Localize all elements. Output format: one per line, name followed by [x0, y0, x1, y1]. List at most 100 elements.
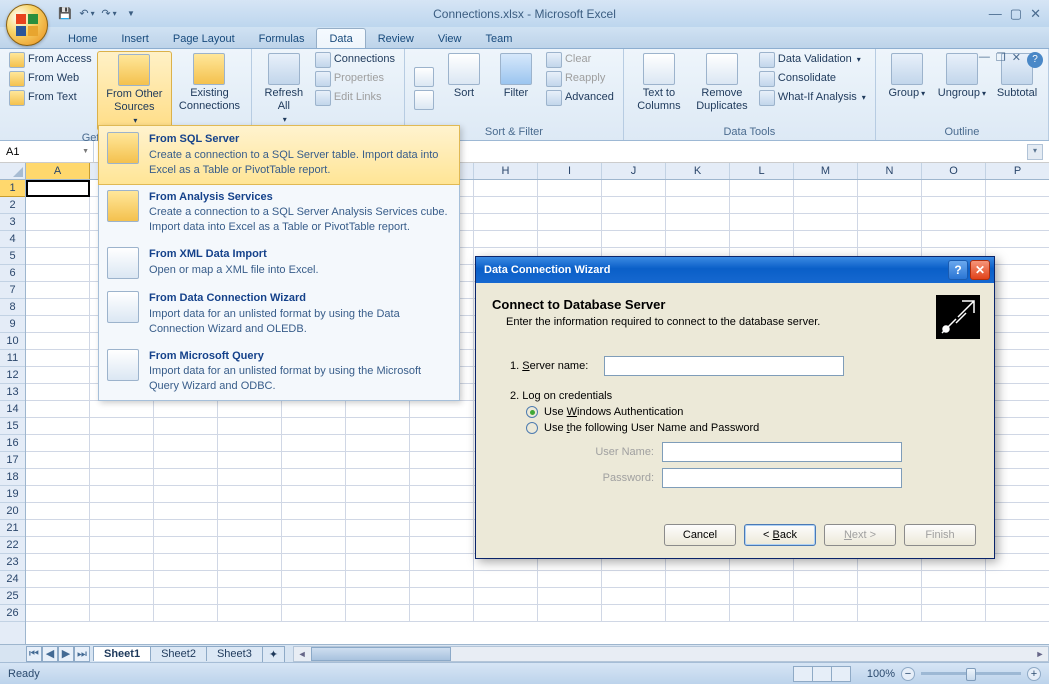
menu-from-sql-server[interactable]: From SQL ServerCreate a connection to a …: [98, 125, 460, 185]
tab-home[interactable]: Home: [56, 29, 109, 48]
minimize-button[interactable]: —: [989, 6, 1002, 22]
new-sheet-tab[interactable]: ✦: [262, 646, 285, 662]
group-icon: [891, 53, 923, 85]
refresh-all-button[interactable]: Refresh All▾: [258, 51, 310, 129]
sort-button[interactable]: Sort: [439, 51, 489, 125]
consolidate-icon: [759, 71, 775, 87]
from-other-sources-menu: From SQL ServerCreate a connection to a …: [98, 125, 460, 401]
consolidate-button[interactable]: Consolidate: [756, 70, 869, 88]
tab-team[interactable]: Team: [473, 29, 524, 48]
advanced-button[interactable]: Advanced: [543, 89, 617, 107]
sheet-tab-1[interactable]: Sheet1: [93, 646, 151, 661]
sheet-tab-3[interactable]: Sheet3: [206, 646, 263, 661]
workbook-restore-button[interactable]: ❐: [996, 51, 1006, 64]
sort-asc-button[interactable]: [411, 66, 437, 88]
workbook-minimize-button[interactable]: —: [979, 51, 990, 64]
sheet-tab-2[interactable]: Sheet2: [150, 646, 207, 661]
conn-wizard-icon: [107, 291, 139, 323]
reapply-icon: [546, 71, 562, 87]
server-name-label: 1. Server name:: [510, 360, 604, 372]
credentials-label: 2. Log on credentials: [492, 390, 978, 402]
whatif-button[interactable]: What-If Analysis▾: [756, 89, 869, 107]
zoom-out-button[interactable]: −: [901, 667, 915, 681]
links-icon: [315, 90, 331, 106]
zoom-in-button[interactable]: +: [1027, 667, 1041, 681]
radio-icon: [526, 406, 538, 418]
password-input[interactable]: [662, 468, 902, 488]
radio-windows-auth[interactable]: Use Windows Authentication: [526, 406, 978, 418]
sort-asc-icon: [414, 67, 434, 87]
save-icon[interactable]: 💾: [56, 5, 74, 23]
tab-data[interactable]: Data: [316, 28, 365, 48]
group-datatools-label: Data Tools: [630, 125, 869, 140]
username-input[interactable]: [662, 442, 902, 462]
zoom-level[interactable]: 100%: [867, 668, 895, 680]
office-button[interactable]: [6, 4, 48, 46]
group-button[interactable]: Group▾: [882, 51, 932, 125]
tab-view[interactable]: View: [426, 29, 474, 48]
from-web-button[interactable]: From Web: [6, 70, 95, 88]
tab-page-layout[interactable]: Page Layout: [161, 29, 247, 48]
connections-button[interactable]: Connections: [312, 51, 398, 69]
dialog-help-button[interactable]: ?: [948, 260, 968, 280]
next-button[interactable]: Next >: [824, 524, 896, 546]
tab-formulas[interactable]: Formulas: [247, 29, 317, 48]
web-icon: [9, 71, 25, 87]
maximize-button[interactable]: ▢: [1010, 6, 1022, 22]
sort-desc-button[interactable]: [411, 89, 437, 111]
props-icon: [315, 71, 331, 87]
validation-icon: [759, 52, 775, 68]
menu-from-ms-query[interactable]: From Microsoft QueryImport data for an u…: [99, 343, 459, 401]
tab-review[interactable]: Review: [366, 29, 426, 48]
existing-conn-icon: [193, 53, 225, 85]
workbook-close-button[interactable]: ✕: [1012, 51, 1021, 64]
sheet-nav[interactable]: ⏮◀▶⏭: [26, 646, 90, 662]
menu-from-xml[interactable]: From XML Data ImportOpen or map a XML fi…: [99, 241, 459, 285]
from-access-button[interactable]: From Access: [6, 51, 95, 69]
server-name-input[interactable]: [604, 356, 844, 376]
redo-icon[interactable]: ↷▾: [100, 5, 118, 23]
select-all-corner[interactable]: [0, 163, 26, 180]
text-icon: [9, 90, 25, 106]
filter-icon: [500, 53, 532, 85]
row-headers[interactable]: 1234567891011121314151617181920212223242…: [0, 180, 26, 644]
menu-from-analysis-services[interactable]: From Analysis ServicesCreate a connectio…: [99, 184, 459, 242]
edit-links-button[interactable]: Edit Links: [312, 89, 398, 107]
data-connection-wizard-dialog: Data Connection Wizard ? ✕ Connect to Da…: [475, 256, 995, 559]
data-validation-button[interactable]: Data Validation▾: [756, 51, 869, 69]
finish-button[interactable]: Finish: [904, 524, 976, 546]
view-buttons[interactable]: [794, 666, 851, 682]
filter-button[interactable]: Filter: [491, 51, 541, 125]
analysis-icon: [107, 190, 139, 222]
dialog-close-button[interactable]: ✕: [970, 260, 990, 280]
back-button[interactable]: < Back: [744, 524, 816, 546]
properties-button[interactable]: Properties: [312, 70, 398, 88]
reapply-button[interactable]: Reapply: [543, 70, 617, 88]
qat-customize-icon[interactable]: ▼: [122, 5, 140, 23]
xml-icon: [107, 247, 139, 279]
dup-icon: [706, 53, 738, 85]
radio-username-password[interactable]: Use the following User Name and Password: [526, 422, 978, 434]
menu-from-connection-wizard[interactable]: From Data Connection WizardImport data f…: [99, 285, 459, 343]
advanced-icon: [546, 90, 562, 106]
undo-icon[interactable]: ↶▾: [78, 5, 96, 23]
name-box[interactable]: A1: [0, 141, 94, 162]
refresh-icon: [268, 53, 300, 85]
dialog-title: Data Connection Wizard: [484, 264, 610, 276]
cancel-button[interactable]: Cancel: [664, 524, 736, 546]
from-text-button[interactable]: From Text: [6, 89, 95, 107]
remove-duplicates-button[interactable]: Remove Duplicates: [690, 51, 754, 125]
connections-icon: [315, 52, 331, 68]
zoom-slider[interactable]: [921, 672, 1021, 675]
horizontal-scrollbar[interactable]: [293, 646, 1049, 662]
password-label: Password:: [568, 472, 662, 484]
from-other-sources-button[interactable]: From Other Sources ▾: [97, 51, 173, 131]
group-outline-label: Outline: [882, 125, 1042, 140]
other-sources-icon: [118, 54, 150, 86]
text-to-columns-button[interactable]: Text to Columns: [630, 51, 688, 125]
close-button[interactable]: ✕: [1030, 6, 1041, 22]
tab-insert[interactable]: Insert: [109, 29, 161, 48]
help-icon[interactable]: ?: [1027, 52, 1043, 68]
existing-connections-button[interactable]: Existing Connections: [174, 51, 245, 131]
clear-button[interactable]: Clear: [543, 51, 617, 69]
